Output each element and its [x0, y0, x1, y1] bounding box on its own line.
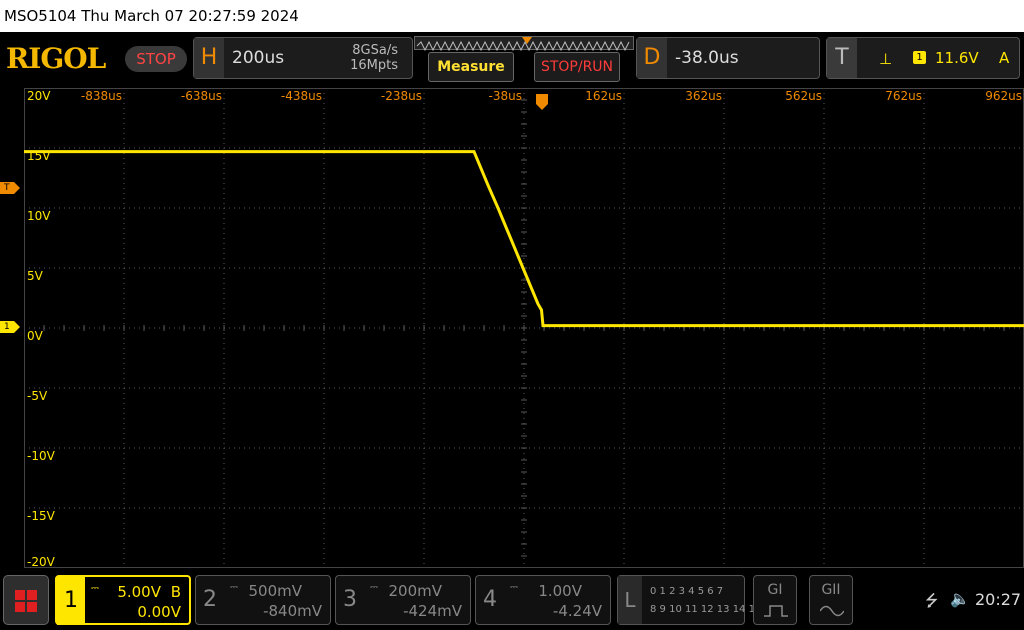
channel-3-number: 3	[343, 587, 357, 612]
delay-label: D	[637, 38, 667, 78]
trigger-panel[interactable]: T ⊥ 1 11.6V A	[826, 37, 1020, 79]
channel-4-scale: 1.00V	[538, 582, 582, 600]
trigger-label: T	[827, 38, 857, 78]
channel-2-panel[interactable]: 2 ⎓ 500mV -840mV	[195, 575, 331, 625]
logic-channels-row-2: 8 9 10 11 12 13 14 15	[650, 604, 762, 615]
usb-icon: ⭍	[925, 591, 939, 610]
channel-4-offset: -4.24V	[552, 602, 602, 620]
volt-tick-label: -10V	[27, 449, 56, 463]
time-tick-label: 362us	[685, 89, 722, 103]
delay-value: -38.0us	[675, 48, 739, 68]
run-state-indicator: STOP	[125, 46, 187, 72]
dc-coupling-icon: ⎓	[510, 582, 518, 593]
memory-depth: 16Mpts	[350, 58, 398, 73]
timebase-value: 200us	[232, 48, 285, 68]
top-bar: RIGOL STOP H 200us 8GSa/s 16Mpts Measure…	[0, 32, 1024, 86]
sine-wave-icon	[820, 605, 844, 617]
channel-2-scale: 500mV	[248, 582, 302, 600]
generator-1-button[interactable]: GI	[753, 575, 797, 625]
volt-tick-label: 10V	[27, 209, 51, 223]
volt-tick-label: 20V	[27, 89, 51, 103]
rigol-logo: RIGOL	[6, 42, 106, 75]
volt-tick-label: 0V	[27, 329, 44, 343]
delay-panel[interactable]: D -38.0us	[636, 37, 820, 79]
channel-3-offset: -424mV	[403, 602, 462, 620]
waveform-display[interactable]: -838us -638us -438us -238us -38us 162us 362us 5…	[24, 88, 1024, 568]
trigger-mode: A	[999, 49, 1010, 67]
horizontal-label: H	[194, 38, 224, 78]
channel-1-scale: 5.00V	[117, 583, 161, 601]
title-bar: MSO5104 Thu March 07 20:27:59 2024	[0, 0, 1024, 32]
clock: 20:27	[975, 590, 1022, 609]
dc-coupling-icon: ⎓	[370, 582, 378, 593]
sample-rate-info: 8GSa/s 16Mpts	[350, 43, 398, 73]
generator-1-label: GI	[767, 582, 783, 598]
main-menu-button[interactable]	[3, 575, 49, 625]
channel-2-number: 2	[203, 587, 217, 612]
time-tick-label: -38us	[489, 89, 522, 103]
menu-grid-icon	[15, 590, 37, 612]
time-tick-label: 162us	[585, 89, 622, 103]
horizontal-panel[interactable]: H 200us 8GSa/s 16Mpts	[193, 37, 413, 79]
time-tick-label: 762us	[885, 89, 922, 103]
time-tick-label: 962us	[985, 89, 1022, 103]
logic-label: L	[618, 576, 642, 624]
channel-1-panel[interactable]: 1 ⎓ 5.00V B 0.00V	[55, 575, 191, 625]
channel-2-offset: -840mV	[263, 602, 322, 620]
time-tick-label: -238us	[381, 89, 422, 103]
channel-4-number: 4	[483, 587, 497, 612]
square-wave-icon	[764, 605, 788, 617]
trigger-time-marker	[536, 94, 548, 110]
time-tick-label: 562us	[785, 89, 822, 103]
generator-2-button[interactable]: GII	[809, 575, 853, 625]
trigger-position-marker	[522, 37, 532, 44]
measure-button[interactable]: Measure	[428, 52, 514, 82]
volt-tick-label: -5V	[27, 389, 48, 403]
channel-3-panel[interactable]: 3 ⎓ 200mV -424mV	[335, 575, 471, 625]
sample-rate: 8GSa/s	[352, 43, 398, 58]
channel-4-panel[interactable]: 4 ⎓ 1.00V -4.24V	[475, 575, 611, 625]
memory-position-strip	[414, 36, 634, 52]
ch1-offset-marker[interactable]: 1	[0, 321, 20, 333]
time-tick-label: -638us	[181, 89, 222, 103]
logic-analyzer-button[interactable]: L 0 1 2 3 4 5 6 7 8 9 10 11 12 13 14 15	[617, 575, 761, 625]
trigger-source-badge: 1	[913, 51, 926, 64]
rising-edge-icon: ⊥	[879, 50, 893, 68]
time-tick-label: -438us	[281, 89, 322, 103]
waveform-graticule: -838us -638us -438us -238us -38us 162us 362us 5…	[24, 88, 1024, 568]
logic-channels-row-1: 0 1 2 3 4 5 6 7	[650, 586, 724, 597]
volt-tick-label: 5V	[27, 269, 44, 283]
generator-2-label: GII	[821, 582, 841, 598]
channel-1-number: 1	[57, 577, 85, 625]
stop-run-button[interactable]: STOP/RUN	[534, 52, 620, 82]
channel-1-offset: 0.00V	[137, 603, 181, 621]
dc-coupling-icon: ⎓	[230, 582, 238, 593]
volt-tick-label: -20V	[27, 555, 56, 568]
trigger-level: 11.6V	[935, 49, 979, 67]
channel-3-scale: 200mV	[388, 582, 442, 600]
time-tick-label: -838us	[81, 89, 122, 103]
volt-tick-label: -15V	[27, 509, 56, 523]
dc-coupling-icon: ⎓	[91, 583, 99, 594]
bottom-bar: 1 ⎓ 5.00V B 0.00V 2 ⎓ 500mV -840mV 3 ⎓ 2…	[0, 570, 1024, 630]
channel-1-bandwidth-limit: B	[170, 583, 181, 601]
trigger-level-marker[interactable]: T	[0, 182, 20, 194]
speaker-mute-icon[interactable]: 🔈	[950, 589, 970, 608]
